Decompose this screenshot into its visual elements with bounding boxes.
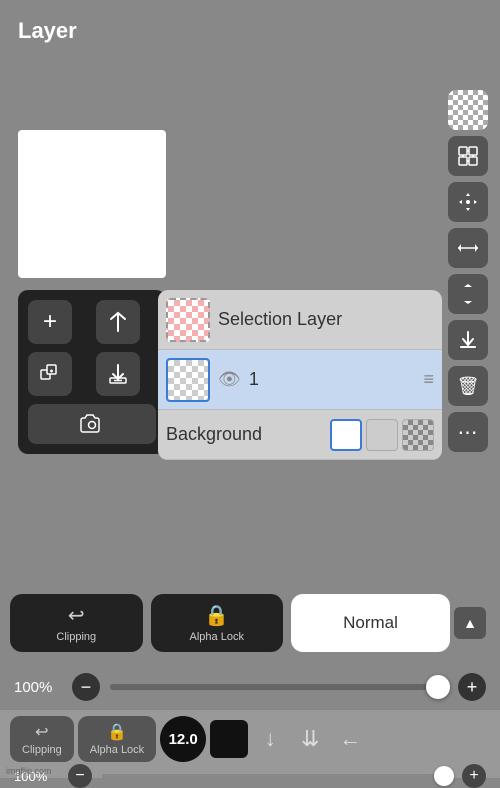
layer-row-background[interactable]: Background: [158, 410, 442, 460]
opacity-handle[interactable]: [426, 675, 450, 699]
back-btn[interactable]: ←: [332, 721, 368, 757]
layer-visibility-icon[interactable]: 👁: [218, 369, 241, 390]
flip-v-icon[interactable]: [448, 274, 488, 314]
add-group-btn[interactable]: [28, 352, 72, 396]
layers-panel: Selection Layer 👁 1 ≡ Background: [158, 290, 442, 460]
sec-opacity-minus[interactable]: −: [68, 764, 92, 788]
bottom-toolbar: ↩ Clipping 🔒 Alpha Lock Normal ▲: [0, 588, 500, 658]
flip-btn[interactable]: [96, 300, 140, 344]
download-icon[interactable]: [448, 320, 488, 360]
layer-thumb-selection: [166, 298, 210, 342]
sec-clipping-btn[interactable]: ↩ Clipping: [10, 716, 74, 762]
blend-mode-btn[interactable]: Normal: [291, 594, 450, 652]
blend-mode-label: Normal: [343, 613, 398, 633]
more-icon[interactable]: ⋯: [448, 412, 488, 452]
bg-swatches: [330, 419, 434, 451]
sec-opacity-handle[interactable]: [434, 766, 454, 786]
swatch-white[interactable]: [330, 419, 362, 451]
alpha-lock-btn[interactable]: 🔒 Alpha Lock: [151, 594, 284, 652]
clipping-icon: ↩: [68, 603, 85, 628]
alpha-lock-icon: 🔒: [204, 603, 229, 628]
flip-h-icon[interactable]: [448, 228, 488, 268]
arrange-icon[interactable]: [448, 136, 488, 176]
sec-toolbar: ↩ Clipping 🔒 Alpha Lock 12.0 ↓ ⇊ ←: [0, 710, 500, 762]
alpha-lock-label: Alpha Lock: [190, 631, 244, 643]
sec-alpha-lock-btn[interactable]: 🔒 Alpha Lock: [78, 716, 156, 762]
opacity-plus-btn[interactable]: +: [458, 673, 486, 701]
opacity-minus-btn[interactable]: −: [72, 673, 100, 701]
swatch-gray[interactable]: [366, 419, 398, 451]
sec-alpha-lock-label: Alpha Lock: [90, 744, 144, 756]
brush-size-value: 12.0: [169, 731, 198, 748]
double-down-btn[interactable]: ⇊: [292, 721, 328, 757]
canvas-preview: [18, 130, 166, 278]
panel-title: Layer: [18, 18, 77, 44]
sec-clipping-icon: ↩: [35, 722, 48, 742]
layer-name-selection: Selection Layer: [218, 309, 434, 330]
add-layer-btn[interactable]: +: [28, 300, 72, 344]
layer-row-1[interactable]: 👁 1 ≡: [158, 350, 442, 410]
down-arrow-btn[interactable]: ↓: [252, 721, 288, 757]
swatch-checker[interactable]: [402, 419, 434, 451]
checkerboard-icon[interactable]: [448, 90, 488, 130]
export-btn[interactable]: [96, 352, 140, 396]
brush-size-circle[interactable]: 12.0: [160, 716, 206, 762]
sec-opacity-row: 100% − +: [0, 764, 500, 788]
camera-btn[interactable]: [28, 404, 156, 444]
opacity-fill: [110, 684, 431, 690]
delete-icon[interactable]: 🗑: [448, 366, 488, 406]
opacity-row: 100% − +: [0, 664, 500, 710]
layer-thumb-1: [166, 358, 210, 402]
layer-name-1: 1: [249, 369, 416, 390]
right-toolbar: 🗑 ⋯: [446, 90, 490, 452]
color-swatch[interactable]: [210, 720, 248, 758]
layer-row-selection[interactable]: Selection Layer: [158, 290, 442, 350]
move-icon[interactable]: [448, 182, 488, 222]
sec-opacity-plus[interactable]: +: [462, 764, 486, 788]
main-panel: Layer: [0, 0, 500, 778]
layer-menu-icon[interactable]: ≡: [423, 369, 434, 390]
sec-alpha-lock-icon: 🔒: [107, 722, 127, 742]
sec-clipping-label: Clipping: [22, 744, 62, 756]
layer-name-bg: Background: [166, 424, 322, 445]
clipping-btn[interactable]: ↩ Clipping: [10, 594, 143, 652]
blend-mode-arrow[interactable]: ▲: [454, 607, 486, 639]
secondary-bottom: ↩ Clipping 🔒 Alpha Lock 12.0 ↓ ⇊ ← 100% …: [0, 710, 500, 778]
clipping-label: Clipping: [56, 631, 96, 643]
mini-toolbar: +: [18, 290, 166, 454]
watermark: imgflip.com: [6, 766, 52, 776]
opacity-value: 100%: [14, 679, 62, 696]
opacity-track[interactable]: [110, 684, 448, 690]
